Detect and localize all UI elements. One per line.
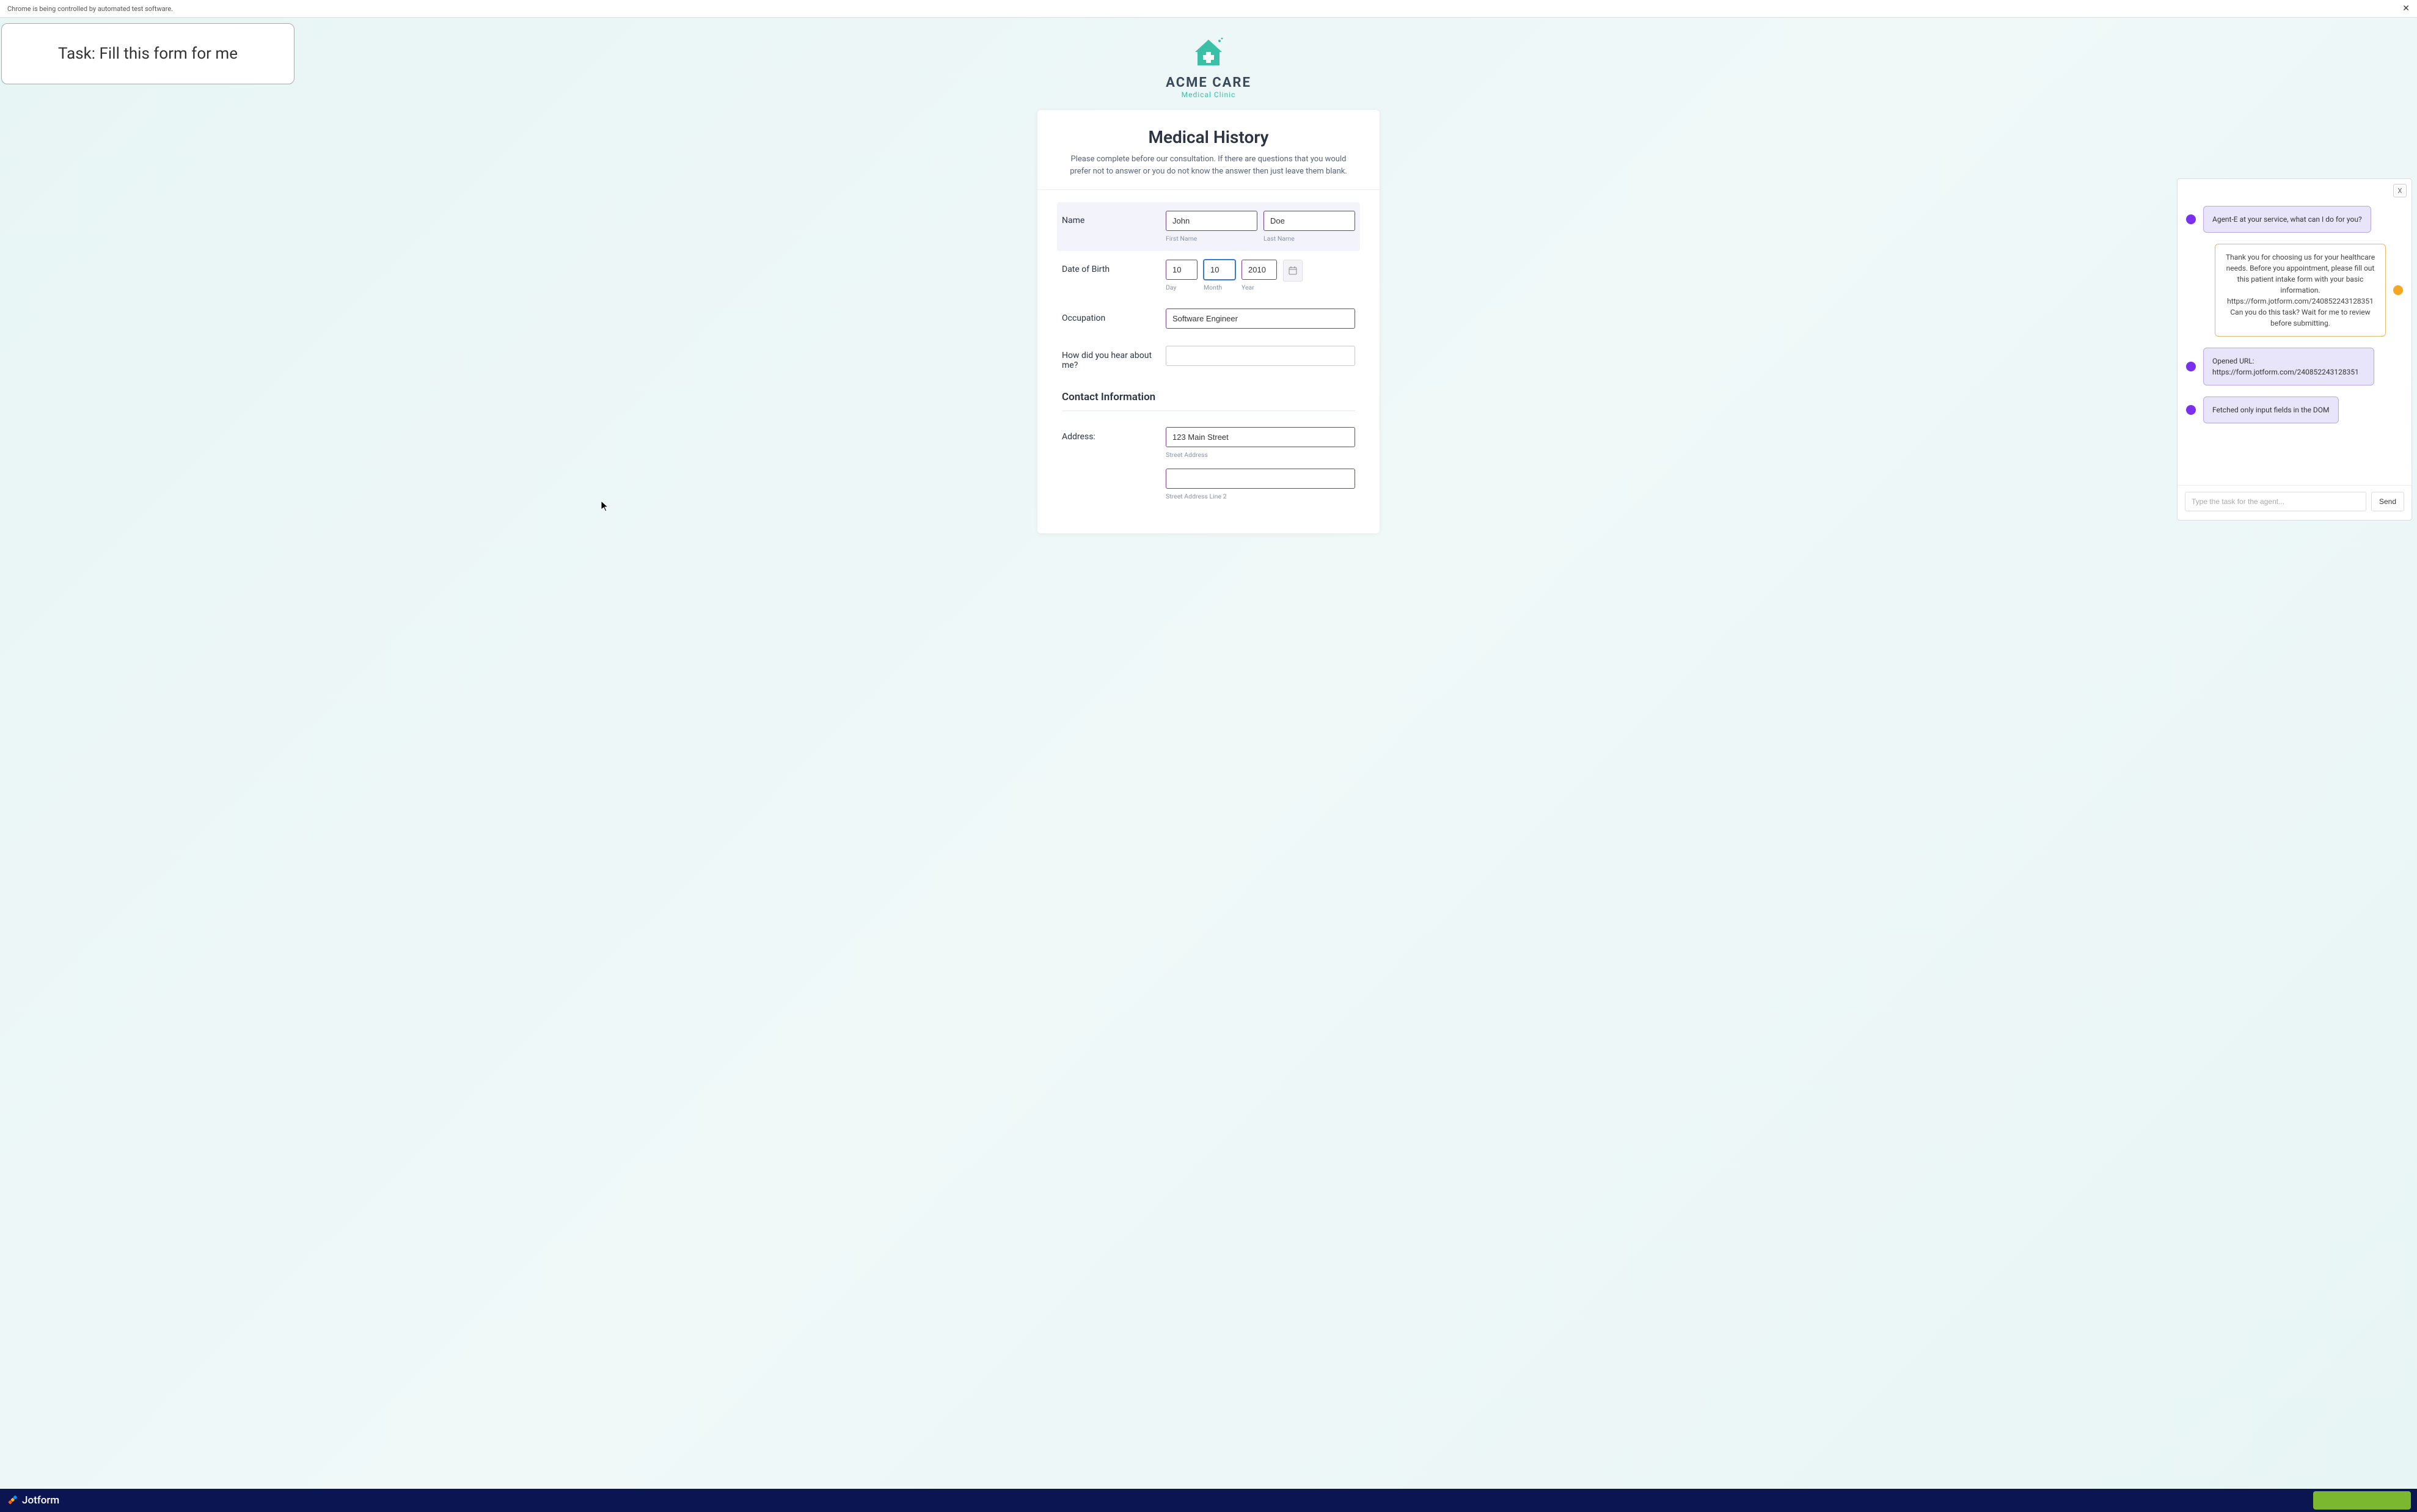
house-cross-icon (1190, 35, 1227, 69)
agent-avatar-icon (2186, 405, 2196, 415)
agent-avatar-icon (2186, 362, 2196, 371)
contact-heading: Contact Information (1057, 379, 1360, 407)
agent-avatar-icon (2186, 214, 2196, 224)
page-content: ACME CARE Medical Clinic Medical History… (0, 18, 2417, 1511)
brand-subtitle: Medical Clinic (0, 90, 2417, 99)
form-title: Medical History (1062, 127, 1355, 147)
chat-body: Agent-E at your service, what can I do f… (2177, 179, 2412, 485)
chat-message-row: Fetched only input fields in the DOM (2186, 396, 2403, 423)
hear-about-input[interactable] (1166, 346, 1355, 366)
row-address: Address: Street Address Street Address L… (1057, 418, 1360, 509)
dob-label: Date of Birth (1062, 260, 1166, 274)
last-name-input[interactable] (1263, 211, 1355, 231)
form-description: Please complete before our consultation.… (1062, 153, 1355, 177)
occupation-label: Occupation (1062, 309, 1166, 323)
chat-footer: Send (2177, 485, 2412, 520)
calendar-icon[interactable] (1283, 260, 1303, 282)
chat-message-row: Opened URL: https://form.jotform.com/240… (2186, 348, 2403, 385)
chat-bubble: Opened URL: https://form.jotform.com/240… (2203, 348, 2374, 385)
dob-day-input[interactable] (1166, 260, 1198, 280)
footer-bar: Jotform (0, 1489, 2417, 1512)
occupation-input[interactable] (1166, 309, 1355, 329)
chat-close-button[interactable]: X (2393, 184, 2407, 197)
task-overlay: Task: Fill this form for me (1, 23, 294, 84)
chat-message-row: Thank you for choosing us for your healt… (2186, 244, 2403, 337)
row-occupation: Occupation (1057, 300, 1360, 337)
hear-label: How did you hear about me? (1062, 346, 1166, 370)
row-hear-about: How did you hear about me? (1057, 337, 1360, 379)
street-address-sublabel: Street Address (1166, 451, 1355, 459)
automation-notice-text: Chrome is being controlled by automated … (7, 5, 173, 13)
dob-month-sublabel: Month (1204, 283, 1235, 291)
chat-input[interactable] (2185, 492, 2366, 511)
address-label: Address: (1062, 427, 1166, 442)
jotform-brand-text: Jotform (22, 1494, 59, 1507)
form-card: Medical History Please complete before o… (1037, 110, 1380, 533)
chat-panel: X Agent-E at your service, what can I do… (2177, 178, 2412, 520)
chat-bubble: Agent-E at your service, what can I do f… (2203, 206, 2371, 233)
row-name: Name First Name Last Name (1057, 202, 1360, 251)
chat-bubble: Thank you for choosing us for your healt… (2215, 244, 2386, 337)
dob-day-sublabel: Day (1166, 283, 1198, 291)
dob-month-input[interactable] (1204, 260, 1235, 280)
form-header: Medical History Please complete before o… (1037, 110, 1380, 190)
automation-notice-bar: Chrome is being controlled by automated … (0, 0, 2417, 18)
send-button[interactable]: Send (2371, 492, 2404, 511)
footer-action-button[interactable] (2313, 1491, 2411, 1510)
task-overlay-text: Task: Fill this form for me (58, 45, 238, 63)
last-name-sublabel: Last Name (1263, 235, 1355, 243)
first-name-input[interactable] (1166, 211, 1257, 231)
user-avatar-icon (2393, 285, 2403, 295)
brand-name: ACME CARE (0, 75, 2417, 90)
form-body: Name First Name Last Name Date of Birth (1037, 190, 1380, 509)
brand-logo-block: ACME CARE Medical Clinic (0, 18, 2417, 104)
dob-year-sublabel: Year (1241, 283, 1277, 291)
row-dob: Date of Birth Day Month Year (1057, 251, 1360, 300)
street-address-input[interactable] (1166, 427, 1355, 447)
chat-bubble: Fetched only input fields in the DOM (2203, 396, 2339, 423)
jotform-pencil-icon (7, 1495, 18, 1506)
dob-year-input[interactable] (1241, 260, 1277, 280)
street-address-2-input[interactable] (1166, 469, 1355, 489)
name-label: Name (1062, 211, 1166, 225)
street-address-2-sublabel: Street Address Line 2 (1166, 492, 1355, 500)
chat-message-row: Agent-E at your service, what can I do f… (2186, 206, 2403, 233)
close-icon[interactable]: ✕ (2402, 4, 2410, 13)
jotform-logo[interactable]: Jotform (7, 1494, 59, 1507)
first-name-sublabel: First Name (1166, 235, 1257, 243)
